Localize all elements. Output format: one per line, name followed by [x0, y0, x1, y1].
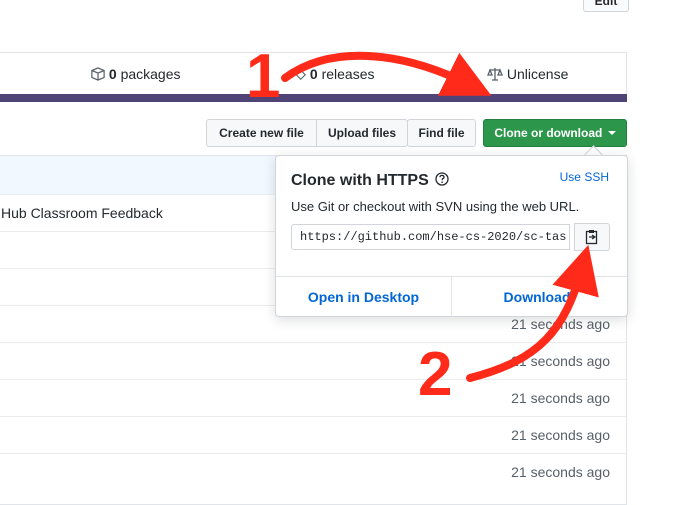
arrow-1 [281, 51, 492, 96]
arrow-2 [466, 244, 599, 382]
annotation-overlay [281, 51, 599, 382]
annotation-step-2: 2 [418, 340, 453, 409]
annotation-step-1: 1 [246, 42, 281, 111]
